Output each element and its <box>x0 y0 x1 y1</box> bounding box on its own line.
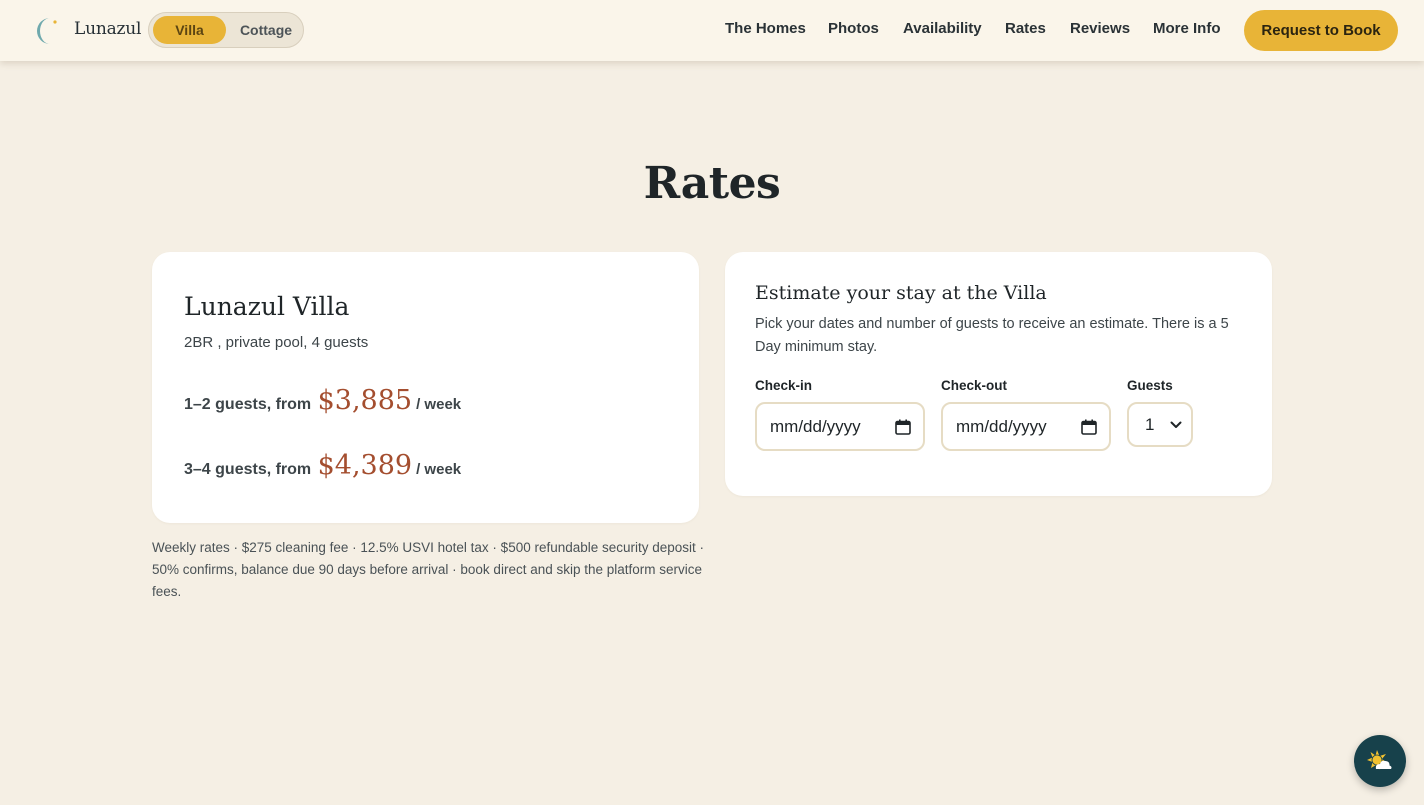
rate-tier: 3–4 guests, from $4,389/ week <box>184 450 461 481</box>
rates-fine-print: Weekly rates · $275 cleaning fee · 12.5%… <box>152 540 705 599</box>
rate-tier-label: 3–4 guests, from <box>184 461 312 478</box>
checkout-label: Check-out <box>941 378 1008 393</box>
villa-subtitle: 2BR , private pool, 4 guests <box>184 334 369 351</box>
rate-tier-unit: / week <box>416 461 462 478</box>
checkout-placeholder: mm/dd/yyyy <box>956 416 1047 436</box>
toggle-cottage[interactable]: Cottage <box>231 16 301 44</box>
checkin-label: Check-in <box>755 378 813 393</box>
guests-select[interactable]: 1 <box>1127 402 1193 447</box>
guests-label: Guests <box>1127 378 1173 393</box>
chevron-down-icon <box>1170 421 1182 428</box>
guests-value: 1 <box>1145 415 1155 434</box>
page-title: Rates <box>643 158 781 209</box>
rate-tier: 1–2 guests, from $3,885/ week <box>184 385 461 416</box>
villa-rate-card: Lunazul Villa 2BR , private pool, 4 gues… <box>152 252 699 523</box>
rate-tier-unit: / week <box>416 396 462 413</box>
site-header: Lunazul Villa Cottage The Homes Photos A… <box>0 0 1424 61</box>
sun-cloud-icon <box>1367 750 1392 770</box>
checkin-date-input[interactable]: mm/dd/yyyy <box>755 402 925 451</box>
rate-tier-price: $3,885 <box>317 385 413 416</box>
request-to-book-button[interactable]: Request to Book <box>1244 10 1398 51</box>
nav-availability[interactable]: Availability <box>903 20 982 37</box>
checkout-date-input[interactable]: mm/dd/yyyy <box>941 402 1111 451</box>
nav-photos[interactable]: Photos <box>828 20 879 37</box>
nav-the-homes[interactable]: The Homes <box>725 20 806 37</box>
rate-tier-label: 1–2 guests, from <box>184 396 312 413</box>
calendar-icon[interactable] <box>895 419 911 435</box>
chat-widget-button[interactable] <box>1354 735 1406 787</box>
home-toggle: Villa Cottage <box>148 12 304 48</box>
checkin-placeholder: mm/dd/yyyy <box>770 416 861 436</box>
estimate-title: Estimate your stay at the Villa <box>755 282 1047 304</box>
nav-rates[interactable]: Rates <box>1005 20 1046 37</box>
estimate-card: Estimate your stay at the Villa Pick you… <box>725 252 1272 496</box>
nav-more-info[interactable]: More Info <box>1153 20 1221 37</box>
villa-name: Lunazul Villa <box>184 292 350 321</box>
brand-name[interactable]: Lunazul <box>74 19 141 39</box>
crescent-moon-icon[interactable] <box>36 17 58 45</box>
toggle-villa[interactable]: Villa <box>153 16 226 44</box>
rate-tier-price: $4,389 <box>317 450 413 481</box>
nav-reviews[interactable]: Reviews <box>1070 20 1130 37</box>
estimate-description: Pick your dates and number of guests to … <box>755 316 1229 355</box>
calendar-icon[interactable] <box>1081 419 1097 435</box>
